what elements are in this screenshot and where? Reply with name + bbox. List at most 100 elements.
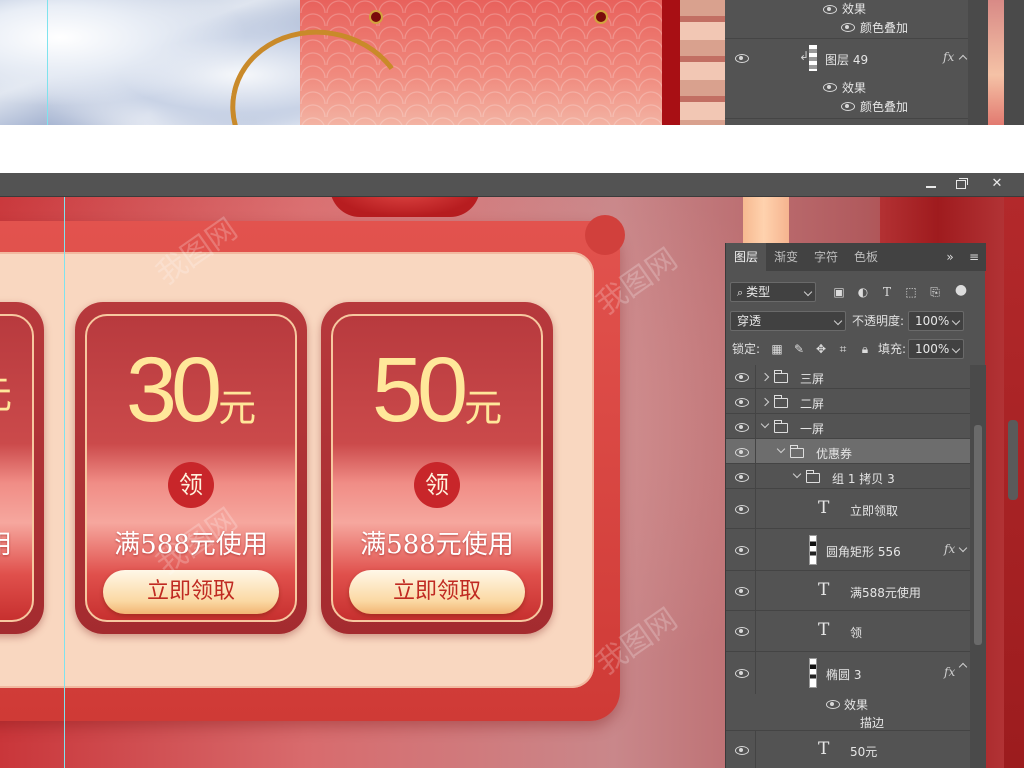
- bag-hole: [594, 10, 608, 24]
- eye-icon[interactable]: [735, 586, 749, 596]
- blend-mode-select[interactable]: 穿透: [730, 311, 846, 331]
- layer-label: 效果: [842, 81, 867, 95]
- panel-menu-icon[interactable]: ≡: [964, 243, 984, 271]
- layer-row-color-overlay[interactable]: 颜色叠加: [725, 18, 985, 38]
- tab-swatches[interactable]: 色板: [846, 243, 886, 271]
- collapse-icon[interactable]: [958, 54, 968, 64]
- layer-group-screen-2[interactable]: 二屏: [726, 389, 970, 414]
- lock-position-icon[interactable]: ✥: [814, 342, 828, 356]
- eye-icon[interactable]: [735, 545, 749, 555]
- layer-row-color-overlay[interactable]: 颜色叠加: [725, 97, 985, 117]
- image-filter-icon[interactable]: ▣: [832, 285, 846, 299]
- layer-text-claim-now[interactable]: T 立即领取: [726, 489, 970, 529]
- coupon-card-partial[interactable]: 元 用: [0, 302, 44, 634]
- layer-thumbnail: [809, 45, 817, 71]
- lock-transparent-pixels-icon[interactable]: ▦: [770, 342, 784, 356]
- ribbon-bow-decoration: [330, 197, 480, 217]
- top-layers-panel: 效果 颜色叠加 ↲ 图层 49 fx 效果 颜色叠加: [725, 0, 985, 125]
- filter-row: ⌕ 类型 ▣ ◐ T ⬚ ⎘ ●: [726, 279, 986, 305]
- layer-group-coupon[interactable]: 优惠券: [726, 439, 970, 464]
- layer-group-screen-1[interactable]: 一屏: [726, 414, 970, 439]
- opacity-label: 不透明度:: [852, 314, 905, 328]
- text-layer-icon: T: [818, 739, 830, 759]
- filter-toggle-icon[interactable]: ●: [954, 283, 968, 297]
- eye-icon[interactable]: [826, 699, 840, 709]
- layer-shape-rounded-rect-556[interactable]: 圆角矩形 556 fx: [726, 529, 970, 571]
- tab-gradients[interactable]: 渐变: [766, 243, 806, 271]
- eye-icon[interactable]: [735, 745, 749, 755]
- fill-input[interactable]: 100%: [908, 339, 964, 359]
- lock-image-pixels-icon[interactable]: ✎: [792, 342, 806, 356]
- eye-icon[interactable]: [735, 626, 749, 636]
- layer-label: 50元: [850, 745, 878, 759]
- collapse-arrow-icon[interactable]: [792, 469, 802, 479]
- guide-line: [47, 0, 48, 125]
- tab-layers[interactable]: 图层: [726, 243, 766, 271]
- opacity-input[interactable]: 100%: [908, 311, 964, 331]
- panel-tabs: 图层 渐变 字符 色板 » ≡: [726, 243, 986, 271]
- layers-scrollbar[interactable]: [970, 365, 986, 768]
- close-button[interactable]: ✕: [984, 175, 1010, 193]
- striped-image-strip: [680, 0, 725, 125]
- fx-icon[interactable]: fx: [944, 542, 955, 556]
- shape-filter-icon[interactable]: ⬚: [904, 285, 918, 299]
- eye-icon[interactable]: [735, 447, 749, 457]
- lock-artboard-icon[interactable]: ⌗: [836, 342, 850, 356]
- eye-icon[interactable]: [735, 53, 749, 63]
- eye-icon[interactable]: [823, 4, 837, 14]
- coupon-condition: 用: [0, 524, 12, 561]
- layer-group-screen-3[interactable]: 三屏: [726, 365, 970, 389]
- expand-panel-icon[interactable]: »: [940, 243, 960, 271]
- eye-icon[interactable]: [735, 668, 749, 678]
- top-panel-scrollbar[interactable]: [968, 0, 985, 125]
- eye-icon[interactable]: [841, 101, 855, 111]
- coupon-card-50[interactable]: 50元 领 满588元使用 立即领取: [321, 302, 553, 634]
- eye-icon[interactable]: [735, 422, 749, 432]
- filter-kind-select[interactable]: ⌕ 类型: [730, 282, 816, 302]
- eye-icon[interactable]: [735, 397, 749, 407]
- lock-all-icon[interactable]: 🔒︎: [858, 342, 872, 356]
- layer-text-50-yuan[interactable]: T 50元: [726, 731, 970, 768]
- coupon-amount: 50: [371, 339, 468, 441]
- minimize-button[interactable]: [919, 175, 945, 193]
- collapse-arrow-icon[interactable]: [760, 419, 770, 429]
- layer-row-layer-49[interactable]: ↲ 图层 49 fx: [725, 39, 985, 77]
- blend-mode-value: 穿透: [737, 314, 762, 328]
- layer-effects-row[interactable]: 效果: [726, 694, 970, 713]
- layer-effect-stroke[interactable]: 描边: [726, 713, 970, 731]
- fx-icon[interactable]: fx: [943, 50, 954, 64]
- fx-icon[interactable]: fx: [944, 665, 955, 679]
- workspace-gap: [0, 125, 1024, 173]
- eye-icon[interactable]: [841, 22, 855, 32]
- layer-label: 效果: [844, 698, 869, 712]
- coupon-card-30[interactable]: 30元 领 满588元使用 立即领取: [75, 302, 307, 634]
- eye-icon[interactable]: [823, 82, 837, 92]
- layer-row-effects[interactable]: 效果: [725, 78, 985, 98]
- scrollbar-thumb[interactable]: [974, 425, 982, 645]
- eye-icon[interactable]: [735, 504, 749, 514]
- layer-group-copy-3[interactable]: 组 1 拷贝 3: [726, 464, 970, 489]
- coupon-condition: 满588元使用: [360, 530, 514, 560]
- eye-icon[interactable]: [735, 372, 749, 382]
- layer-label: 效果: [842, 2, 867, 16]
- collapse-effects-icon[interactable]: [958, 662, 968, 672]
- claim-badge: 领: [414, 462, 460, 508]
- layer-text-ling[interactable]: T 领: [726, 611, 970, 652]
- claim-now-button[interactable]: 立即领取: [349, 570, 525, 614]
- layer-shape-ellipse-3[interactable]: 椭圆 3 fx: [726, 652, 970, 694]
- expand-arrow-icon[interactable]: [760, 397, 770, 407]
- expand-effects-icon[interactable]: [958, 543, 968, 553]
- eye-icon[interactable]: [735, 472, 749, 482]
- expand-arrow-icon[interactable]: [760, 372, 770, 382]
- claim-now-button[interactable]: 立即领取: [103, 570, 279, 614]
- layer-row-effects[interactable]: 效果: [725, 0, 985, 20]
- frame-corner: [585, 215, 625, 255]
- smart-object-filter-icon[interactable]: ⎘: [928, 285, 942, 299]
- adjustment-filter-icon[interactable]: ◐: [856, 285, 870, 299]
- layer-text-condition[interactable]: T 满588元使用: [726, 571, 970, 611]
- tab-character[interactable]: 字符: [806, 243, 846, 271]
- type-filter-icon[interactable]: T: [880, 285, 894, 299]
- maximize-button[interactable]: [948, 175, 974, 193]
- collapse-arrow-icon[interactable]: [776, 444, 786, 454]
- canvas-scrollbar[interactable]: [1008, 420, 1018, 500]
